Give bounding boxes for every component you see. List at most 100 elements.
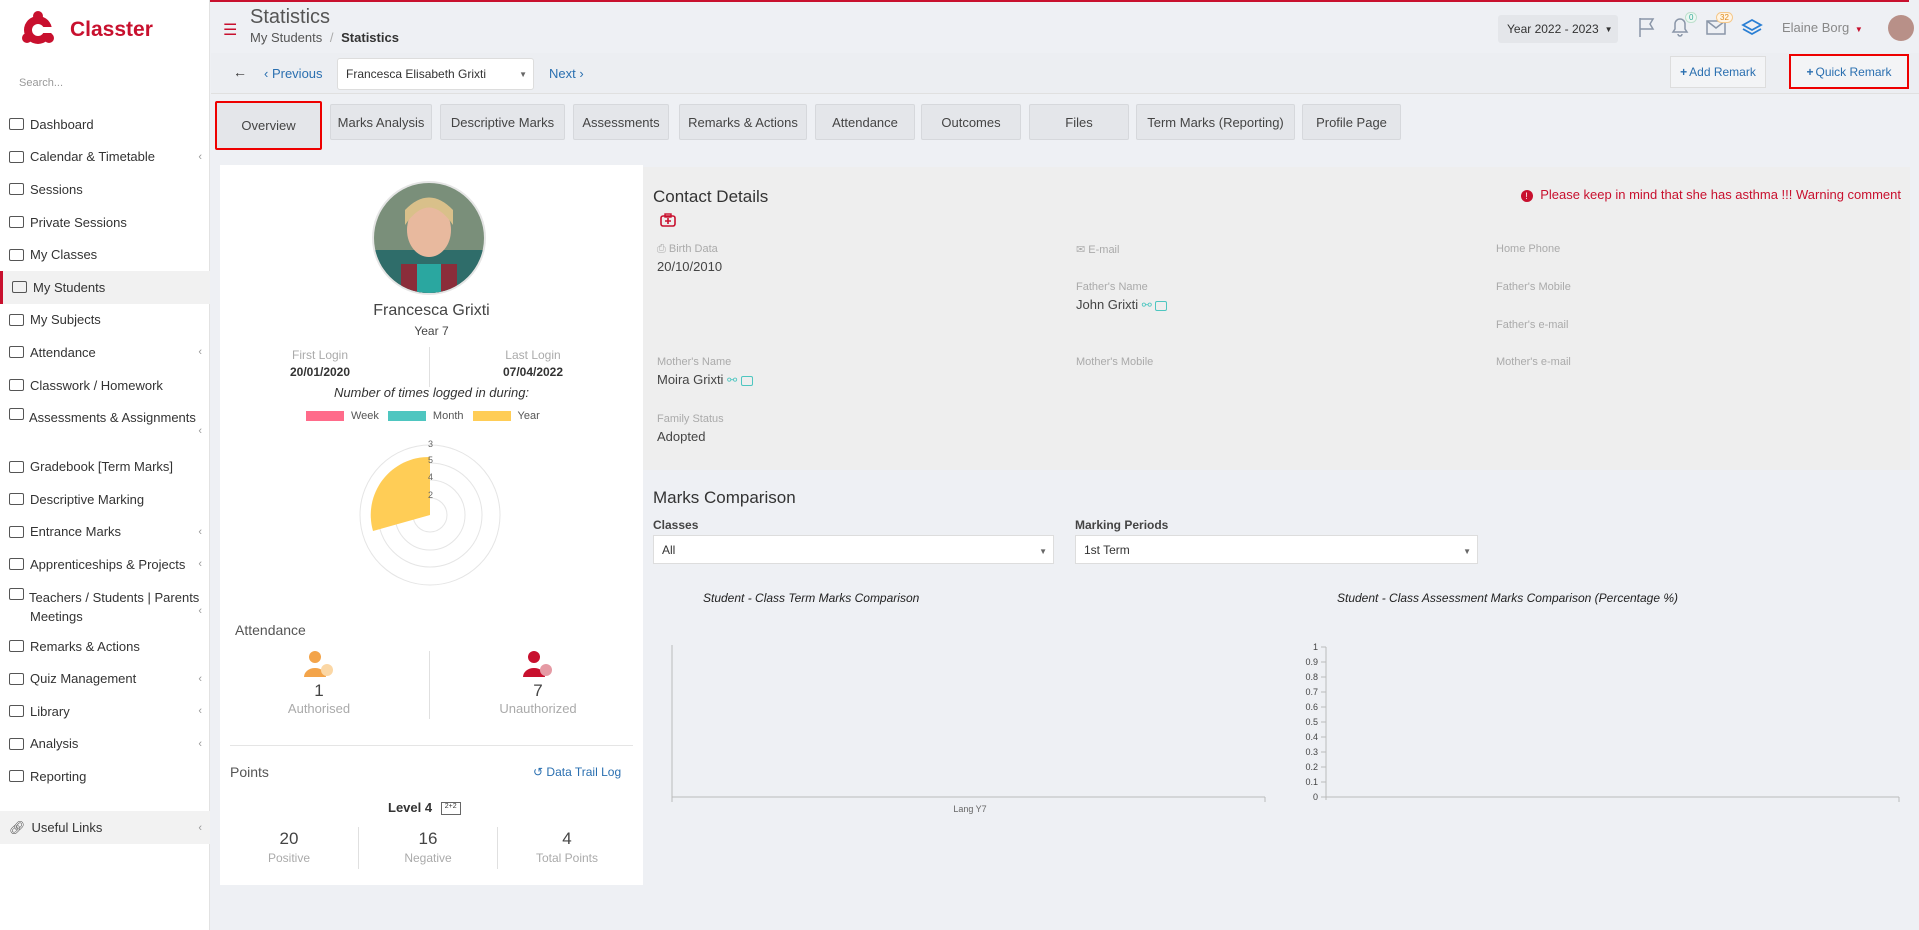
father-email-label: Father's e-mail bbox=[1496, 319, 1569, 331]
login-count-caption: Number of times logged in during: bbox=[333, 385, 530, 400]
sidebar-item-quiz-management[interactable]: Quiz Management ‹ bbox=[0, 662, 210, 695]
divider bbox=[230, 745, 633, 746]
unauthorized-count: 7 bbox=[533, 681, 543, 700]
user-clock-icon bbox=[523, 651, 552, 677]
polar-segment-year[interactable] bbox=[370, 456, 430, 531]
y-tick-label: 0.1 bbox=[1305, 777, 1318, 787]
sidebar-item-gradebook-term-marks[interactable]: Gradebook [Term Marks] bbox=[0, 450, 210, 483]
sidebar-item-label: Descriptive Marking bbox=[30, 491, 145, 507]
sidebar-item-label: Private Sessions bbox=[30, 214, 127, 230]
user-link-icon[interactable]: ⚯ bbox=[727, 373, 737, 387]
sidebar-item-sessions[interactable]: Sessions bbox=[0, 173, 210, 206]
sidebar-item-calendar-timetable[interactable]: Calendar & Timetable ‹ bbox=[0, 141, 210, 174]
descriptive-icon bbox=[9, 493, 24, 506]
sidebar-item-label: Classwork / Homework bbox=[30, 377, 163, 393]
student-profile-card: Francesca Grixti Year 7 First Login 20/0… bbox=[220, 165, 643, 885]
back-arrow-icon[interactable]: ← bbox=[233, 64, 247, 80]
y-tick-label: 0.9 bbox=[1305, 657, 1318, 667]
tab-files[interactable]: Files bbox=[1029, 104, 1129, 140]
sidebar-item-useful-links[interactable]: 🔗︎ Useful Links ‹ bbox=[0, 811, 210, 844]
sidebar-item-my-students[interactable]: My Students bbox=[0, 270, 210, 304]
previous-student-link[interactable]: ‹ Previous bbox=[264, 66, 323, 81]
legend-swatch-month[interactable] bbox=[387, 411, 426, 421]
chevron-right-icon: › bbox=[575, 66, 584, 81]
tab-descriptive-marks[interactable]: Descriptive Marks bbox=[440, 104, 565, 140]
sidebar-item-entrance-marks[interactable]: Entrance Marks ‹ bbox=[0, 516, 210, 549]
tab-attendance[interactable]: Attendance bbox=[815, 104, 915, 140]
tab-label: Marks Analysis bbox=[337, 114, 425, 130]
polar-tick: 2 bbox=[428, 490, 433, 500]
flag-icon[interactable] bbox=[1636, 16, 1658, 38]
sidebar-item-private-sessions[interactable]: Private Sessions bbox=[0, 206, 210, 239]
add-remark-button[interactable]: + Add Remark bbox=[1670, 56, 1766, 88]
tab-remarks-actions[interactable]: Remarks & Actions bbox=[679, 104, 807, 140]
tab-profile-page[interactable]: Profile Page bbox=[1302, 104, 1401, 140]
medical-kit-icon[interactable] bbox=[660, 213, 676, 227]
breadcrumb-current: Statistics bbox=[341, 30, 399, 45]
tab-marks-analysis[interactable]: Marks Analysis bbox=[330, 104, 432, 140]
sidebar-item-remarks-actions[interactable]: Remarks & Actions bbox=[0, 630, 210, 663]
chat-icon[interactable] bbox=[1155, 300, 1168, 311]
data-trail-log-link[interactable]: ↺ Data Trail Log bbox=[533, 765, 621, 779]
y-tick-label: 0.8 bbox=[1305, 672, 1318, 682]
sidebar-item-attendance[interactable]: Attendance ‹ bbox=[0, 336, 210, 369]
breadcrumb-parent[interactable]: My Students bbox=[250, 30, 322, 45]
family-status-value: Adopted bbox=[657, 429, 706, 444]
chat-icon[interactable] bbox=[740, 375, 753, 386]
link-icon: 🔗︎ bbox=[9, 819, 26, 835]
printer-icon bbox=[9, 770, 24, 783]
sidebar-item-apprenticeships-projects[interactable]: Apprenticeships & Projects ‹ bbox=[0, 548, 210, 581]
warning-text: Please keep in mind that she has asthma … bbox=[1540, 187, 1901, 202]
sidebar-item-label: Reporting bbox=[30, 768, 87, 784]
sidebar-item-label: Attendance bbox=[30, 344, 96, 360]
sidebar-item-classwork-homework[interactable]: Classwork / Homework bbox=[0, 369, 210, 402]
sidebar-search-input[interactable]: Search... bbox=[19, 77, 63, 89]
next-student-link[interactable]: Next › bbox=[549, 66, 584, 81]
caret-down-icon: ▼ bbox=[1039, 547, 1047, 556]
sidebar-item-assessments-assignments[interactable]: Assessments & Assignments ‹ bbox=[0, 401, 210, 450]
tab-overview[interactable]: Overview bbox=[215, 101, 322, 150]
contact-title: Contact Details bbox=[653, 187, 769, 206]
marking-periods-select[interactable]: 1st Term ▼ bbox=[1075, 535, 1478, 564]
calculator-icon: 2+2 bbox=[440, 802, 461, 816]
sidebar-item-reporting[interactable]: Reporting bbox=[0, 760, 210, 793]
sidebar-item-my-subjects[interactable]: My Subjects bbox=[0, 304, 210, 337]
quick-remark-button[interactable]: + Quick Remark bbox=[1789, 54, 1909, 89]
user-menu[interactable]: Elaine Borg ▼ bbox=[1782, 20, 1863, 35]
brand-logo[interactable]: Classter bbox=[20, 10, 153, 50]
remarks-icon bbox=[9, 640, 24, 653]
sidebar-item-my-classes[interactable]: My Classes bbox=[0, 238, 210, 271]
year-select[interactable]: Year 2022 - 2023 ▼ bbox=[1498, 15, 1618, 43]
layers-icon[interactable] bbox=[1741, 16, 1763, 38]
sidebar-item-library[interactable]: Library ‹ bbox=[0, 695, 210, 728]
quick-remark-label: Quick Remark bbox=[1815, 64, 1892, 79]
points-title: Points bbox=[230, 764, 269, 780]
sidebar-item-analysis[interactable]: Analysis ‹ bbox=[0, 728, 210, 761]
tab-term-marks-reporting[interactable]: Term Marks (Reporting) bbox=[1136, 104, 1295, 140]
sidebar-item-descriptive-marking[interactable]: Descriptive Marking bbox=[0, 483, 210, 516]
chevron-left-icon: ‹ bbox=[198, 525, 202, 538]
classes-select[interactable]: All ▼ bbox=[653, 535, 1054, 564]
sidebar-item-teachers-students-parents-meetings[interactable]: Teachers / Students | Parents Meetings ‹ bbox=[0, 581, 210, 630]
caret-down-icon: ▼ bbox=[519, 70, 527, 79]
legend-swatch-year[interactable] bbox=[472, 411, 511, 421]
tab-assessments[interactable]: Assessments bbox=[573, 104, 669, 140]
tab-outcomes[interactable]: Outcomes bbox=[921, 104, 1021, 140]
legend-swatch-week[interactable] bbox=[306, 411, 344, 421]
authorised-count: 1 bbox=[314, 681, 324, 700]
menu-toggle-icon[interactable]: ☰ bbox=[223, 20, 237, 40]
list-icon bbox=[9, 379, 24, 392]
home-phone-label: Home Phone bbox=[1496, 243, 1561, 255]
student-select[interactable]: Francesca Elisabeth Grixti ▼ bbox=[337, 58, 534, 90]
user-link-icon[interactable]: ⚯ bbox=[1142, 298, 1152, 312]
printer-icon: ⎙ bbox=[657, 243, 669, 255]
user-avatar[interactable] bbox=[1888, 15, 1914, 41]
sidebar-item-dashboard[interactable]: Dashboard bbox=[0, 108, 210, 141]
gradebook-icon bbox=[9, 460, 24, 473]
breadcrumb-separator: / bbox=[329, 30, 334, 45]
student-photo bbox=[372, 181, 486, 295]
sidebar-item-label: My Classes bbox=[30, 247, 98, 263]
polar-tick: 4 bbox=[428, 472, 433, 482]
chevron-left-icon: ‹ bbox=[198, 705, 202, 718]
brand-name: Classter bbox=[70, 18, 153, 41]
